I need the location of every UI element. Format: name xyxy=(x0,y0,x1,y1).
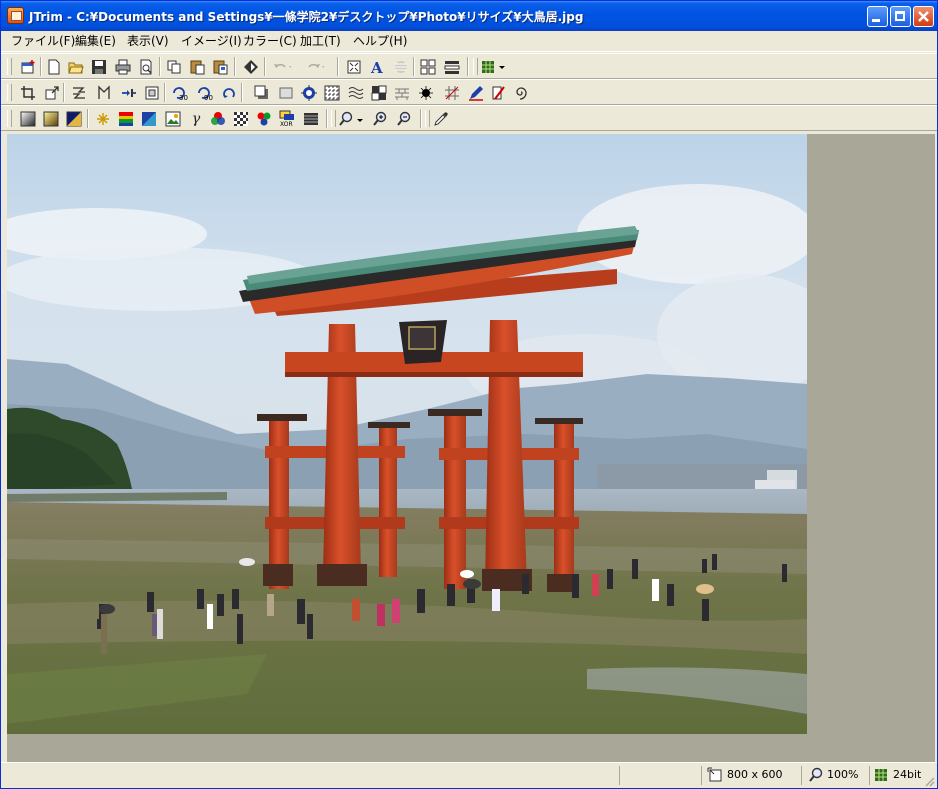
menu-process[interactable]: 加工(T) xyxy=(298,33,343,49)
copy-icon[interactable] xyxy=(165,58,183,75)
print-preview-icon[interactable] xyxy=(137,58,155,75)
close-icon xyxy=(918,11,929,22)
rotate-90-icon[interactable]: 90 xyxy=(196,84,214,101)
image-size-icon xyxy=(707,767,722,782)
blank-icon[interactable] xyxy=(392,58,410,75)
hue-icon[interactable] xyxy=(209,110,227,127)
shadow-icon[interactable] xyxy=(253,84,271,101)
zoom-level: 100% xyxy=(827,768,859,781)
toolbar-file: A xyxy=(1,53,937,79)
gradient-icon[interactable] xyxy=(19,110,37,127)
paste-new-icon[interactable] xyxy=(212,58,230,75)
resize-icon[interactable] xyxy=(43,84,61,101)
rgb-icon[interactable] xyxy=(117,110,135,127)
print-icon[interactable] xyxy=(114,58,132,75)
photo-torii-gate[interactable] xyxy=(7,134,807,734)
frame-icon[interactable] xyxy=(143,84,161,101)
brick-icon[interactable] xyxy=(393,84,411,101)
maximize-icon xyxy=(895,11,905,21)
text-icon[interactable]: A xyxy=(368,58,386,75)
photo-image xyxy=(7,134,807,734)
menu-view[interactable]: 表示(V) xyxy=(125,33,171,49)
blur-icon[interactable] xyxy=(300,84,318,101)
menu-help[interactable]: ヘルプ(H) xyxy=(351,33,409,49)
app-window: JTrim - C:¥Documents and Settings¥一條学院2¥… xyxy=(0,0,938,789)
eraser-icon[interactable] xyxy=(489,84,507,101)
menu-image[interactable]: イメージ(I) xyxy=(179,33,244,49)
menu-edit[interactable]: 編集(E) xyxy=(73,33,118,49)
gold-icon[interactable] xyxy=(42,110,60,127)
crop-icon[interactable] xyxy=(19,84,37,101)
zoom-status-icon xyxy=(809,767,823,782)
diamond-tool-icon[interactable] xyxy=(242,58,260,75)
emboss-icon[interactable] xyxy=(370,84,388,101)
minimize-button[interactable] xyxy=(867,6,888,27)
tri-gradient-icon[interactable] xyxy=(65,110,83,127)
new-window-icon[interactable] xyxy=(19,58,37,75)
grid-line-icon[interactable] xyxy=(443,84,461,101)
checker-icon[interactable] xyxy=(232,110,250,127)
app-icon[interactable] xyxy=(7,7,24,24)
image-size: 800 x 600 xyxy=(727,768,783,781)
svg-text:30: 30 xyxy=(179,94,188,101)
open-icon[interactable] xyxy=(67,58,85,75)
flip-vertical-icon[interactable] xyxy=(95,84,113,101)
resize-grip-icon[interactable] xyxy=(923,775,935,787)
landscape-icon[interactable] xyxy=(164,110,182,127)
zoom-out-icon[interactable] xyxy=(395,110,413,127)
rotate-free-icon[interactable] xyxy=(220,84,238,101)
balance-icon[interactable] xyxy=(255,110,273,127)
shrink-icon[interactable] xyxy=(120,84,138,101)
toolbar-color: γ XOR xyxy=(1,105,937,131)
toolbar-grip[interactable] xyxy=(7,58,12,75)
pen-icon[interactable] xyxy=(467,84,485,101)
zoom-icon[interactable] xyxy=(339,110,365,127)
spiral-icon[interactable] xyxy=(512,84,530,101)
window-title: JTrim - C:¥Documents and Settings¥一條学院2¥… xyxy=(29,10,584,24)
color-grid-icon[interactable] xyxy=(481,58,507,75)
svg-text:XOR: XOR xyxy=(280,121,293,127)
wave-icon[interactable] xyxy=(347,84,365,101)
menu-bar: ファイル(F) 編集(E) 表示(V) イメージ(I) カラー(C) 加工(T)… xyxy=(1,31,937,52)
monotone-icon[interactable] xyxy=(140,110,158,127)
sharpen-icon[interactable] xyxy=(417,84,435,101)
toolbar-transform: 30 90 xyxy=(1,79,937,105)
gamma-icon[interactable]: γ xyxy=(187,110,205,127)
sparkle-icon[interactable] xyxy=(94,110,112,127)
fit-icon[interactable] xyxy=(345,58,363,75)
new-file-icon[interactable] xyxy=(45,58,63,75)
status-bar: 800 x 600 100% 24bit xyxy=(1,762,937,788)
color-depth: 24bit xyxy=(893,768,922,781)
flip-horizontal-icon[interactable] xyxy=(70,84,88,101)
maximize-button[interactable] xyxy=(890,6,911,27)
xor-icon[interactable]: XOR xyxy=(278,110,298,127)
save-icon[interactable] xyxy=(90,58,108,75)
rotate-30-icon[interactable]: 30 xyxy=(171,84,189,101)
image-canvas[interactable] xyxy=(7,134,935,762)
menu-color[interactable]: カラー(C) xyxy=(241,33,299,49)
levels-icon[interactable] xyxy=(302,110,320,127)
grid-icon[interactable] xyxy=(419,58,437,75)
menu-file[interactable]: ファイル(F) xyxy=(9,33,77,49)
svg-text:A: A xyxy=(370,59,383,75)
eyedropper-icon[interactable] xyxy=(432,110,450,127)
undo-icon[interactable] xyxy=(273,58,291,75)
close-button[interactable] xyxy=(913,6,934,27)
redo-icon[interactable] xyxy=(306,58,324,75)
svg-text:90: 90 xyxy=(204,94,213,101)
list-icon[interactable] xyxy=(443,58,461,75)
border-icon[interactable] xyxy=(277,84,295,101)
color-depth-icon xyxy=(875,769,887,781)
minimize-icon xyxy=(872,19,880,22)
title-bar[interactable]: JTrim - C:¥Documents and Settings¥一條学院2¥… xyxy=(1,1,937,31)
paste-icon[interactable] xyxy=(189,58,207,75)
mosaic-icon[interactable] xyxy=(323,84,341,101)
zoom-in-icon[interactable] xyxy=(371,110,389,127)
